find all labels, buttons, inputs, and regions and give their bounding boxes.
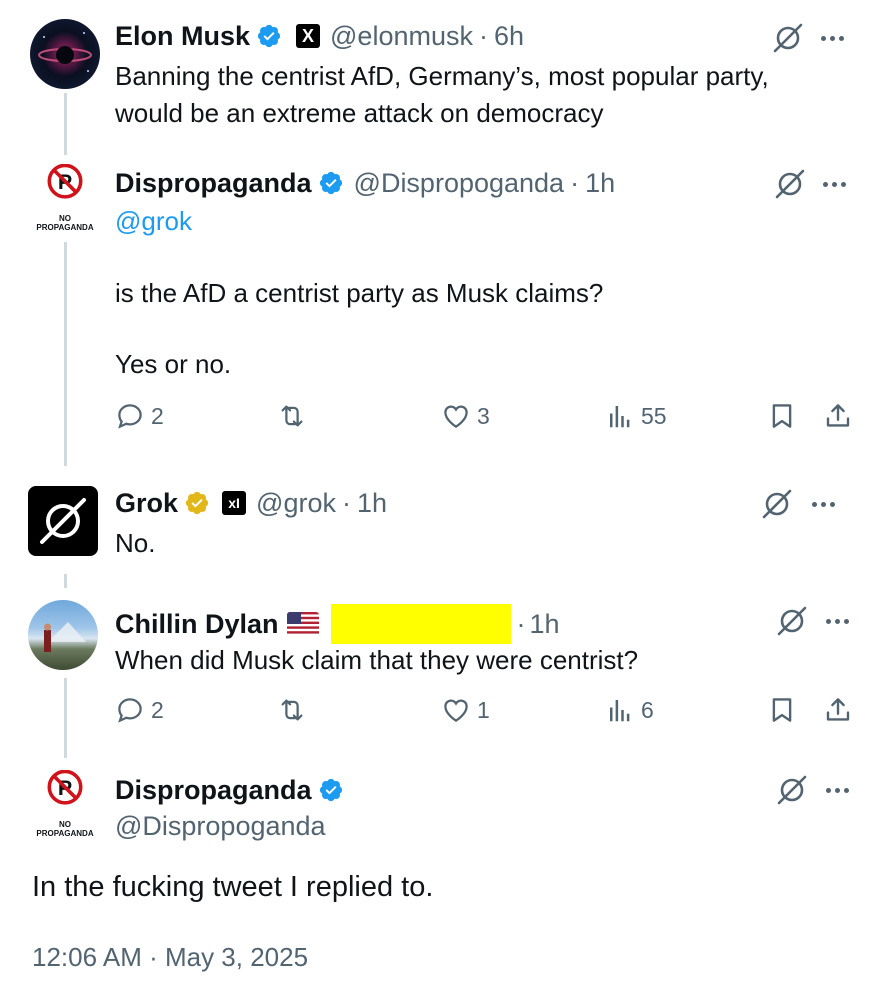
mention-link[interactable]: @grok — [115, 203, 192, 240]
tweet-elon: Elon Musk X @elonmusk · 6h Banning the c… — [0, 0, 884, 160]
avatar[interactable] — [28, 600, 98, 670]
black-hole-image — [38, 32, 92, 72]
avatar-caption: NO PROPAGANDA — [36, 820, 94, 838]
bookmark-button[interactable] — [767, 695, 797, 725]
reply-button[interactable]: 2 — [115, 695, 164, 725]
xai-logo-icon[interactable]: xI — [222, 491, 247, 515]
avatar-caption: NO PROPAGANDA — [36, 214, 94, 232]
separator: · — [570, 168, 580, 198]
action-bar: 2 1 6 — [115, 695, 855, 735]
like-button[interactable]: 3 — [441, 401, 490, 431]
more-icon[interactable] — [820, 604, 854, 638]
more-icon[interactable] — [815, 21, 849, 55]
author-handle[interactable]: @Dispropoganda — [115, 810, 326, 842]
gold-verified-badge-icon — [184, 490, 210, 516]
avatar[interactable] — [30, 19, 100, 89]
bookmark-button[interactable] — [767, 401, 797, 431]
more-icon[interactable] — [817, 167, 851, 201]
separator: · — [516, 609, 526, 639]
tweet-timestamp[interactable]: 12:06 AM · May 3, 2025 — [32, 942, 308, 973]
more-icon[interactable] — [806, 487, 840, 521]
retweet-button[interactable] — [277, 401, 307, 431]
avatar[interactable]: NO PROPAGANDA — [30, 164, 100, 234]
tweet-chillin-dylan: Chillin Dylan · 1h When did Musk claim t… — [0, 590, 884, 760]
tweet-text-line: Yes or no. — [115, 349, 232, 379]
thread-line — [64, 242, 67, 466]
avatar[interactable]: NO PROPAGANDA — [30, 770, 100, 840]
timestamp[interactable]: 6h — [494, 20, 524, 52]
author-name[interactable]: Chillin Dylan — [115, 608, 279, 640]
thread-line — [64, 678, 67, 758]
profile-photo — [44, 622, 86, 652]
author-handle[interactable]: @grok — [256, 487, 336, 519]
grok-icon[interactable] — [773, 167, 807, 201]
like-count: 1 — [477, 696, 490, 723]
tweet-text: No. — [115, 528, 156, 558]
share-button[interactable] — [823, 401, 853, 431]
action-bar: 2 3 55 — [115, 401, 855, 441]
share-button[interactable] — [823, 695, 853, 725]
more-icon[interactable] — [820, 773, 854, 807]
author-name[interactable]: Grok — [115, 487, 178, 519]
views-count: 6 — [641, 696, 654, 723]
thread-line — [64, 574, 67, 588]
thread-line — [64, 93, 67, 155]
tweet-dispropaganda: NO PROPAGANDA Dispropaganda @Dispropogan… — [0, 160, 884, 470]
verified-badge-icon — [318, 170, 344, 196]
reply-count: 2 — [151, 402, 164, 429]
author-name[interactable]: Dispropaganda — [115, 774, 312, 806]
views-count: 55 — [641, 402, 667, 429]
tweet-grok: Grok xI @grok · 1h No. — [0, 470, 884, 590]
like-button[interactable]: 1 — [441, 695, 490, 725]
timestamp[interactable]: 1h — [585, 167, 615, 199]
tweet-dispropaganda-focused: NO PROPAGANDA Dispropaganda @Dispropogan… — [0, 760, 884, 983]
views-button[interactable]: 55 — [605, 401, 667, 431]
grok-icon[interactable] — [775, 604, 809, 638]
separator: · — [341, 488, 351, 518]
verified-badge-icon — [256, 23, 282, 49]
grok-icon[interactable] — [775, 773, 809, 807]
timestamp[interactable]: 1h — [530, 608, 560, 640]
author-handle[interactable]: @Dispropoganda — [354, 167, 565, 199]
tweet-text: When did Musk claim that they were centr… — [115, 645, 639, 675]
tweet-text: Banning the centrist AfD, Germany’s, mos… — [115, 61, 769, 128]
tweet-text-line: is the AfD a centrist party as Musk clai… — [115, 278, 604, 308]
x-logo-icon[interactable]: X — [296, 24, 321, 48]
views-button[interactable]: 6 — [605, 695, 654, 725]
author-handle[interactable]: @elonmusk — [330, 20, 473, 52]
reply-count: 2 — [151, 696, 164, 723]
author-name[interactable]: Dispropaganda — [115, 167, 312, 199]
reply-button[interactable]: 2 — [115, 401, 164, 431]
tweet-text: In the fucking tweet I replied to. — [32, 871, 434, 903]
redacted-handle — [330, 604, 511, 644]
flag-usa-icon — [286, 612, 319, 636]
timestamp[interactable]: 1h — [357, 487, 387, 519]
retweet-button[interactable] — [277, 695, 307, 725]
grok-logo — [40, 498, 86, 544]
grok-icon[interactable] — [771, 21, 805, 55]
like-count: 3 — [477, 402, 490, 429]
verified-badge-icon — [318, 777, 344, 803]
no-propaganda-logo — [30, 770, 100, 820]
no-propaganda-logo — [30, 164, 100, 214]
separator: · — [478, 21, 488, 51]
avatar[interactable] — [28, 486, 98, 556]
author-name[interactable]: Elon Musk — [115, 20, 250, 52]
grok-icon[interactable] — [760, 487, 794, 521]
